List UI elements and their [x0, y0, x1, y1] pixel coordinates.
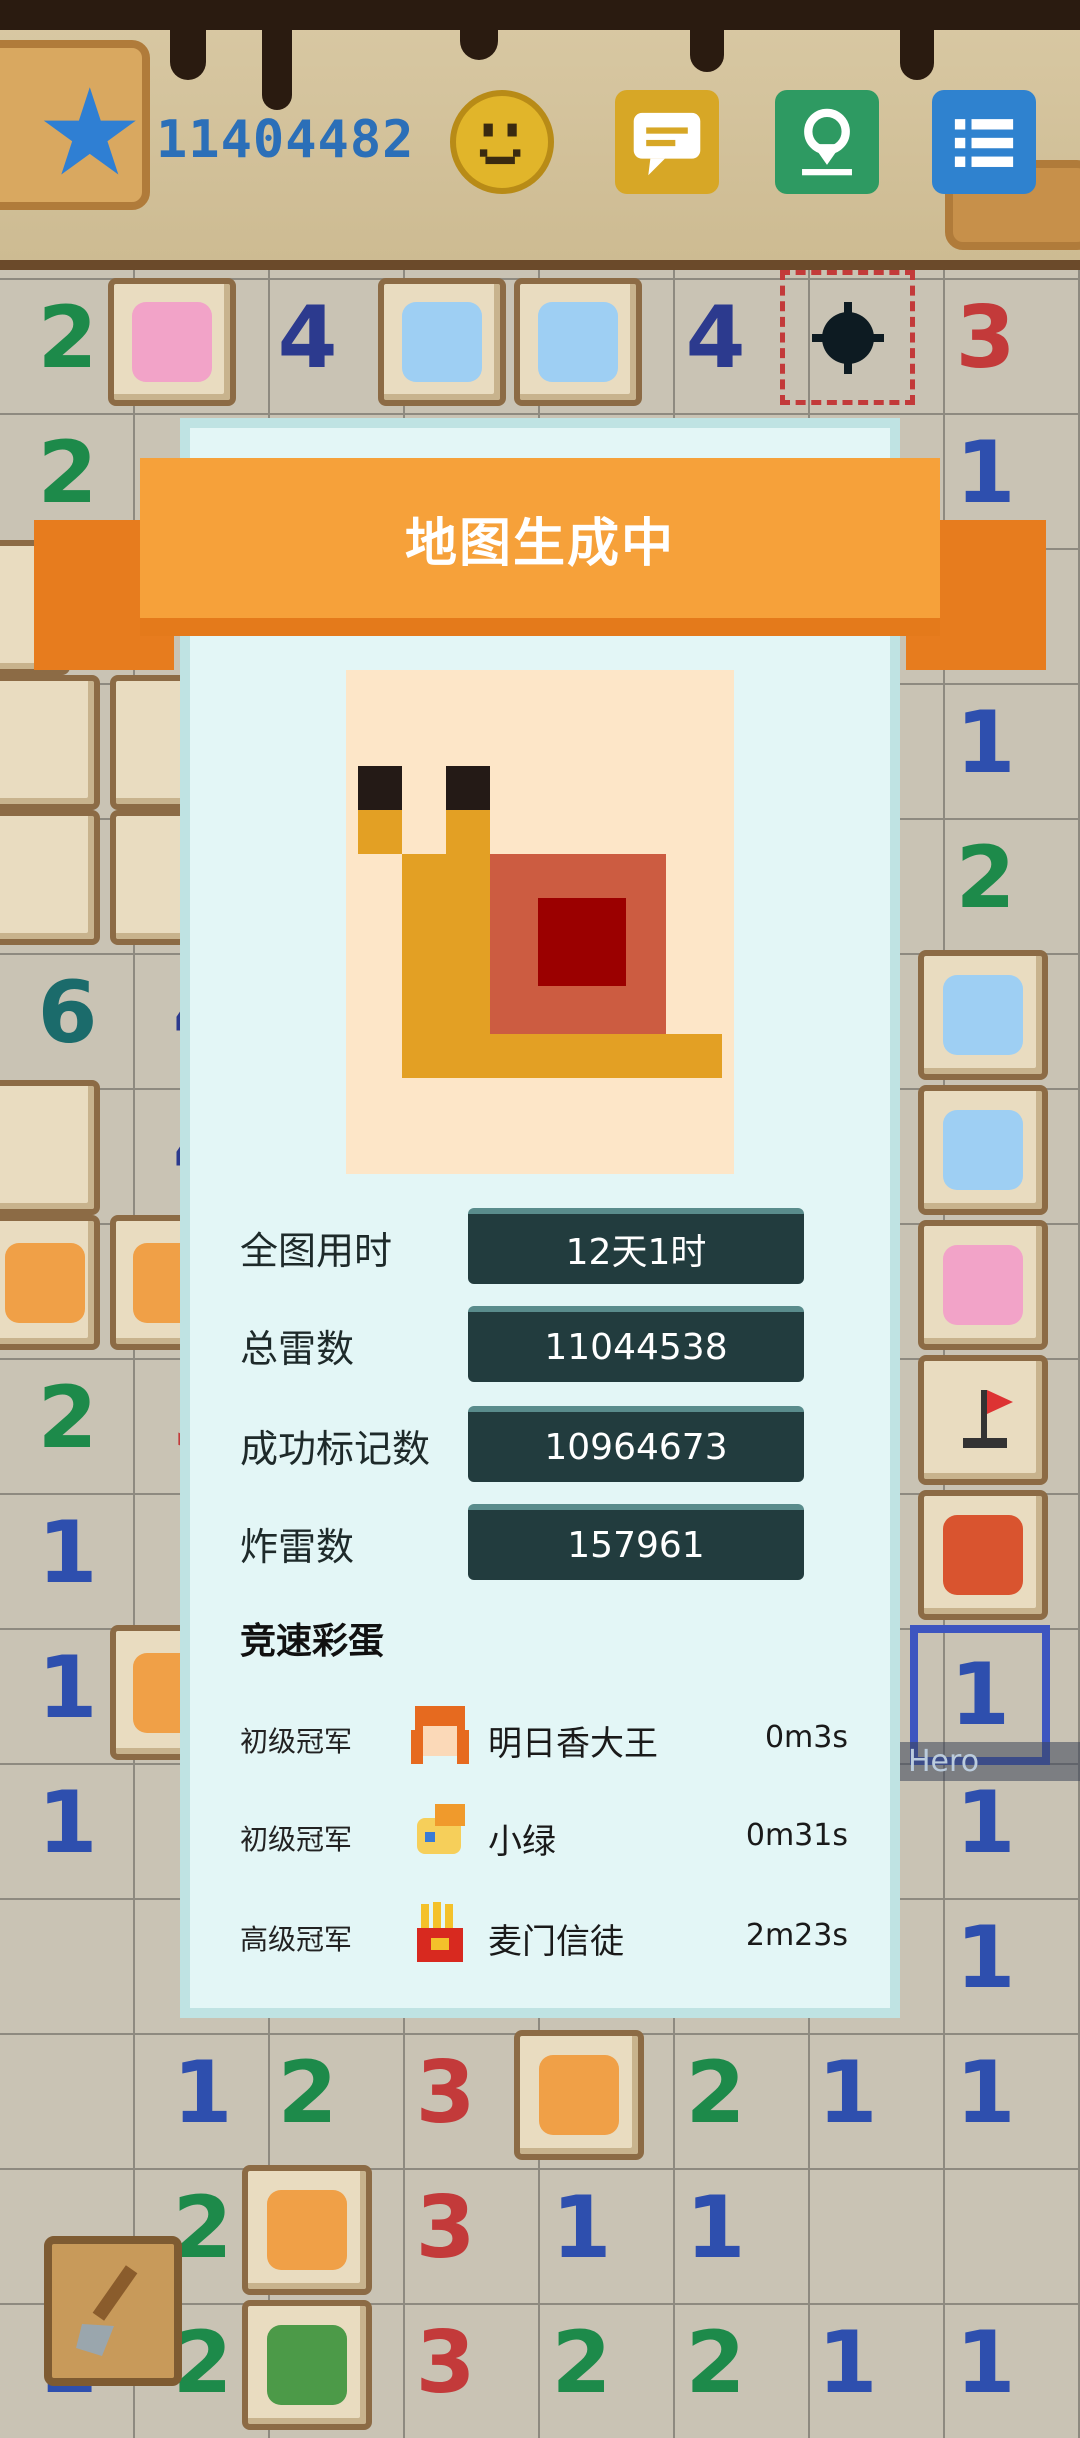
number-cell[interactable]: 4 [240, 270, 375, 405]
number-cell[interactable]: 2 [0, 1350, 135, 1485]
number-cell[interactable]: 4 [648, 270, 783, 405]
number-cell[interactable]: 1 [0, 1755, 135, 1890]
turtle-icon [267, 2325, 347, 2405]
mine-icon [811, 301, 884, 374]
number-cell[interactable]: 2 [240, 2025, 375, 2160]
number-cell[interactable]: 6 [0, 945, 135, 1080]
number-cell[interactable]: 2 [918, 810, 1053, 945]
stat-label-flagged: 成功标记数 [240, 1427, 431, 1471]
number-cell[interactable]: 1 [918, 675, 1053, 810]
chocolate-drip [170, 0, 206, 80]
number-cell[interactable]: 3 [918, 270, 1053, 405]
pony-icon [943, 1245, 1023, 1325]
pony-tile[interactable] [918, 950, 1048, 1080]
stat-value-flagged: 10964673 [468, 1406, 804, 1482]
pony-tile[interactable] [378, 278, 506, 406]
dango-tile[interactable] [0, 810, 100, 945]
ranking-category: 高级冠军 [240, 1923, 353, 1956]
snail-pixel-art [346, 670, 734, 1174]
star-icon: ★ [36, 64, 144, 203]
character-tile[interactable] [0, 1080, 100, 1215]
title-banner: 地图生成中 [140, 458, 940, 636]
pony-tile[interactable] [514, 278, 642, 406]
stat-label-exploded: 炸雷数 [240, 1525, 355, 1569]
number-cell[interactable]: 2 [648, 2025, 783, 2160]
stat-label-time: 全图用时 [240, 1229, 393, 1273]
chocolate-drip [900, 0, 934, 80]
number-cell[interactable]: 1 [918, 2295, 1053, 2430]
ranking-time: 0m3s [764, 1720, 848, 1755]
dango-tile[interactable] [0, 675, 100, 810]
tiger-icon [5, 1242, 85, 1323]
speedrun-section-title: 竞速彩蛋 [240, 1621, 385, 1662]
pony-icon [402, 302, 482, 382]
score-counter: 11404482 [156, 110, 415, 170]
shovel-icon [76, 2265, 138, 2356]
pony-tile[interactable] [918, 1085, 1048, 1215]
shovel-tool-button[interactable] [44, 2236, 182, 2386]
chocolate-drip [262, 0, 292, 110]
chocolate-drip [460, 0, 498, 60]
pony-tile[interactable] [108, 278, 236, 406]
pony-icon [943, 975, 1023, 1055]
menu-list-icon [954, 119, 1014, 167]
turtle-tile[interactable] [242, 2300, 372, 2430]
dialog-title: 地图生成中 [404, 513, 675, 574]
flag-icon [963, 1390, 1013, 1448]
top-bar: ★ 11404482 [0, 0, 1080, 270]
drink-tile[interactable] [918, 1490, 1048, 1620]
pony-tile[interactable] [918, 1220, 1048, 1350]
number-cell[interactable]: 1 [514, 2160, 649, 2295]
player-name-tag: Hero [900, 1742, 1080, 1781]
smiley-icon [479, 123, 521, 165]
stat-label-total-mines: 总雷数 [240, 1327, 355, 1371]
pony-icon [132, 302, 212, 382]
number-cell[interactable]: 2 [648, 2295, 783, 2430]
tiger-tile[interactable] [514, 2030, 644, 2160]
ranking-name: 小绿 [488, 1822, 556, 1862]
ranking-category: 初级冠军 [240, 1823, 353, 1856]
yellow-pony-avatar [405, 1798, 475, 1868]
stat-value-total-mines: 11044538 [468, 1306, 804, 1382]
ranking-time: 0m31s [745, 1818, 848, 1853]
number-cell[interactable]: 3 [378, 2160, 513, 2295]
orange-hair-girl-avatar [405, 1700, 475, 1770]
number-cell[interactable]: 1 [780, 2025, 915, 2160]
stat-value-time: 12天1时 [468, 1208, 804, 1284]
number-cell[interactable]: 3 [378, 2295, 513, 2430]
number-cell[interactable]: 1 [0, 1485, 135, 1620]
drink-icon [943, 1515, 1023, 1595]
number-cell[interactable]: 1 [918, 1890, 1053, 2025]
tiger-tile[interactable] [242, 2165, 372, 2295]
mine-cell[interactable] [780, 270, 915, 405]
french-fries-avatar [405, 1898, 475, 1968]
ranking-name: 麦门信徒 [488, 1922, 624, 1962]
chocolate-drip [690, 0, 724, 72]
map-button[interactable] [775, 90, 879, 194]
chat-button[interactable] [615, 90, 719, 194]
menu-button[interactable] [932, 90, 1036, 194]
map-pin-icon [802, 108, 852, 176]
chat-icon [633, 112, 701, 176]
number-cell[interactable]: 1 [780, 2295, 915, 2430]
tiger-icon [267, 2190, 347, 2270]
number-cell[interactable]: 2 [514, 2295, 649, 2430]
number-cell[interactable]: 1 [648, 2160, 783, 2295]
ranking-category: 初级冠军 [240, 1725, 353, 1758]
number-cell[interactable]: 3 [378, 2025, 513, 2160]
ranking-name: 明日香大王 [488, 1724, 658, 1764]
pony-icon [538, 302, 618, 382]
stat-value-exploded: 157961 [468, 1504, 804, 1580]
tiger-tile[interactable] [0, 1215, 100, 1350]
pony-icon [943, 1110, 1023, 1190]
ranking-time: 2m23s [745, 1918, 848, 1953]
flag-tile[interactable] [918, 1355, 1048, 1485]
smiley-button[interactable] [450, 90, 554, 194]
tiger-icon [539, 2055, 619, 2135]
number-cell[interactable]: 1 [918, 2025, 1053, 2160]
